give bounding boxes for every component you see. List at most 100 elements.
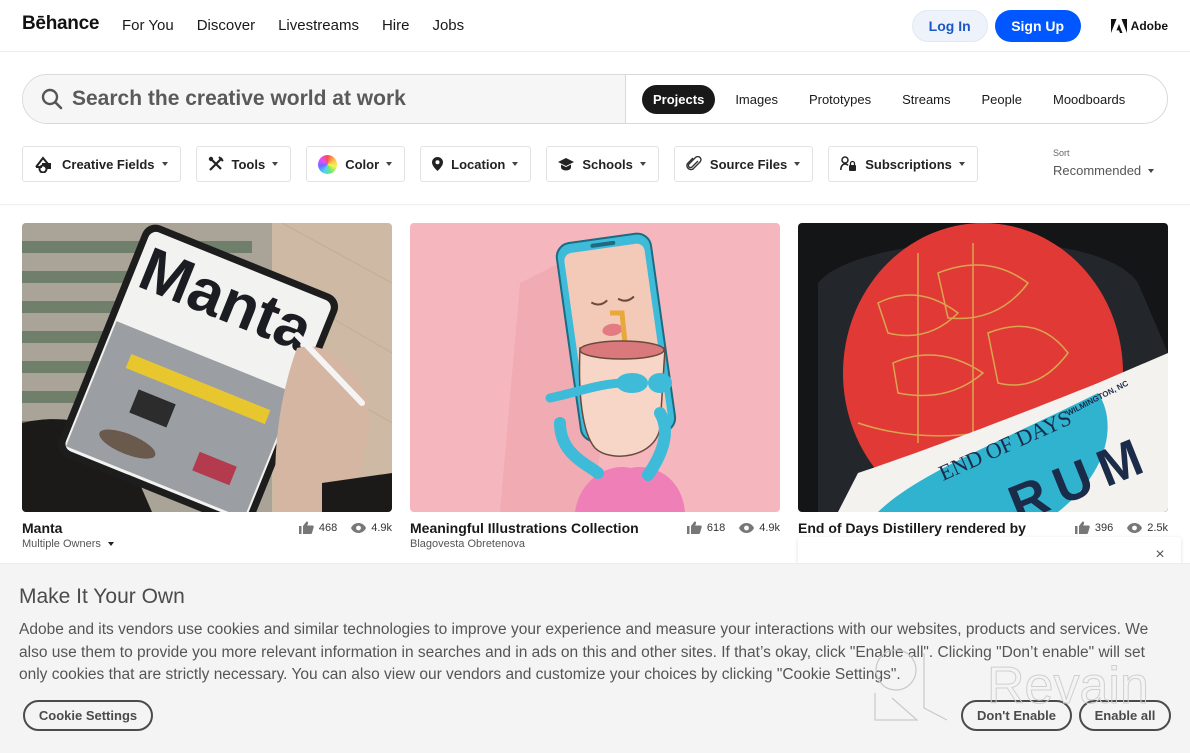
cookie-banner-title: Make It Your Own bbox=[19, 585, 185, 608]
enable-all-button[interactable]: Enable all bbox=[1079, 700, 1171, 731]
view-count: 4.9k bbox=[759, 521, 780, 534]
nav-link-discover[interactable]: Discover bbox=[197, 17, 255, 34]
project-stats: 396 2.5k bbox=[1061, 521, 1168, 534]
close-icon[interactable]: × bbox=[1153, 547, 1167, 563]
caret-down-icon bbox=[107, 542, 114, 546]
eye-icon bbox=[739, 522, 755, 533]
tab-prototypes[interactable]: Prototypes bbox=[798, 85, 882, 114]
filter-label: Schools bbox=[582, 156, 633, 172]
subscription-lock-icon bbox=[840, 156, 857, 172]
views: 2.5k bbox=[1127, 522, 1168, 534]
appreciations: 468 bbox=[298, 521, 338, 534]
filter-color[interactable]: Color bbox=[306, 146, 406, 182]
caret-down-icon bbox=[512, 162, 519, 166]
creative-fields-icon bbox=[34, 155, 54, 173]
dont-enable-button[interactable]: Don't Enable bbox=[961, 700, 1072, 731]
project-info: Manta Multiple Owners 468 4.9k bbox=[22, 520, 392, 560]
caret-down-icon bbox=[1148, 168, 1155, 173]
caret-down-icon bbox=[386, 162, 393, 166]
login-button[interactable]: Log In bbox=[911, 10, 988, 42]
main-nav: For You Discover Livestreams Hire Jobs bbox=[122, 17, 487, 34]
thumbs-up-icon bbox=[686, 521, 702, 534]
signup-button[interactable]: Sign Up bbox=[994, 10, 1081, 42]
search-icon bbox=[41, 88, 63, 110]
filter-subscriptions[interactable]: Subscriptions bbox=[828, 146, 978, 182]
search-bar: Projects Images Prototypes Streams Peopl… bbox=[22, 74, 1168, 124]
tab-moodboards[interactable]: Moodboards bbox=[1042, 85, 1136, 114]
section-divider bbox=[0, 204, 1190, 205]
paperclip-icon bbox=[686, 156, 702, 172]
caret-down-icon bbox=[794, 162, 801, 166]
filter-tools[interactable]: Tools bbox=[195, 146, 292, 182]
tab-people[interactable]: People bbox=[971, 85, 1033, 114]
filter-label: Source Files bbox=[709, 156, 788, 172]
sort-dropdown[interactable]: Sort Recommended bbox=[1053, 148, 1155, 178]
graduation-cap-icon bbox=[558, 157, 575, 171]
search-field[interactable] bbox=[23, 75, 626, 123]
tools-icon bbox=[208, 156, 224, 172]
project-card[interactable]: END OF DAYS WILMINGTON, NC RUM End of Da… bbox=[798, 223, 1168, 560]
nav-link-for-you[interactable]: For You bbox=[122, 17, 174, 34]
project-owner[interactable]: Multiple Owners bbox=[22, 538, 392, 550]
thumbs-up-icon bbox=[298, 521, 314, 534]
project-thumbnail-illustration[interactable] bbox=[410, 223, 780, 512]
color-wheel-icon bbox=[318, 154, 338, 174]
appreciations: 618 bbox=[686, 521, 726, 534]
cookie-banner: Make It Your Own Adobe and its vendors u… bbox=[0, 563, 1190, 753]
filter-label: Subscriptions bbox=[865, 156, 952, 172]
project-thumbnail-tablet[interactable]: Manta bbox=[22, 223, 392, 512]
project-owner[interactable]: Blagovesta Obretenova bbox=[410, 538, 780, 550]
adobe-link[interactable]: Adobe bbox=[1110, 19, 1168, 33]
sort-selected-option: Recommended bbox=[1053, 163, 1142, 178]
eye-icon bbox=[351, 522, 367, 533]
search-type-tabs: Projects Images Prototypes Streams Peopl… bbox=[626, 75, 1167, 123]
filter-schools[interactable]: Schools bbox=[546, 146, 659, 182]
filter-creative-fields[interactable]: Creative Fields bbox=[22, 146, 181, 182]
view-count: 4.9k bbox=[371, 521, 392, 534]
project-thumbnail-rum-bottle[interactable]: END OF DAYS WILMINGTON, NC RUM bbox=[798, 223, 1168, 512]
project-stats: 468 4.9k bbox=[285, 521, 392, 534]
sort-value[interactable]: Recommended bbox=[1053, 163, 1155, 178]
owner-name: Multiple Owners bbox=[22, 538, 101, 550]
eye-icon bbox=[1127, 522, 1143, 533]
view-count: 2.5k bbox=[1147, 521, 1168, 534]
project-info: Meaningful Illustrations Collection Blag… bbox=[410, 520, 780, 560]
nav-link-livestreams[interactable]: Livestreams bbox=[278, 17, 359, 34]
filter-label: Tools bbox=[231, 156, 266, 172]
thumbs-up-icon bbox=[1074, 521, 1090, 534]
tab-projects[interactable]: Projects bbox=[642, 84, 716, 114]
tab-images[interactable]: Images bbox=[724, 85, 789, 114]
filter-location[interactable]: Location bbox=[420, 146, 532, 182]
behance-logo[interactable]: Bēhance bbox=[22, 13, 99, 35]
caret-down-icon bbox=[161, 162, 168, 166]
project-card[interactable]: Manta Manta Multiple Owners 468 4.9k bbox=[22, 223, 392, 560]
caret-down-icon bbox=[958, 162, 965, 166]
project-stats: 618 4.9k bbox=[673, 521, 780, 534]
top-nav: Bēhance For You Discover Livestreams Hir… bbox=[0, 0, 1190, 52]
filter-label: Color bbox=[345, 156, 380, 172]
like-count: 468 bbox=[318, 521, 338, 534]
caret-down-icon bbox=[272, 162, 279, 166]
filter-label: Location bbox=[451, 156, 506, 172]
views: 4.9k bbox=[351, 522, 392, 534]
adobe-label: Adobe bbox=[1130, 19, 1168, 33]
nav-link-hire[interactable]: Hire bbox=[382, 17, 410, 34]
filter-label: Creative Fields bbox=[62, 156, 155, 172]
nav-link-jobs[interactable]: Jobs bbox=[432, 17, 464, 34]
views: 4.9k bbox=[739, 522, 780, 534]
location-pin-icon bbox=[432, 157, 444, 171]
like-count: 618 bbox=[706, 521, 726, 534]
owner-name: Blagovesta Obretenova bbox=[410, 538, 525, 550]
auth-area: Log In Sign Up Adobe bbox=[911, 10, 1168, 42]
adobe-logo-icon bbox=[1110, 19, 1127, 33]
search-input[interactable] bbox=[72, 87, 592, 111]
appreciations: 396 bbox=[1074, 521, 1114, 534]
tab-streams[interactable]: Streams bbox=[891, 85, 961, 114]
cookie-settings-button[interactable]: Cookie Settings bbox=[23, 700, 153, 731]
project-card[interactable]: Meaningful Illustrations Collection Blag… bbox=[410, 223, 780, 560]
cookie-banner-text: Adobe and its vendors use cookies and si… bbox=[19, 621, 1149, 683]
filter-source-files[interactable]: Source Files bbox=[673, 146, 814, 182]
like-count: 396 bbox=[1094, 521, 1114, 534]
sort-label: Sort bbox=[1053, 148, 1070, 158]
filter-bar: Creative Fields Tools Color Location Sch… bbox=[22, 146, 993, 182]
